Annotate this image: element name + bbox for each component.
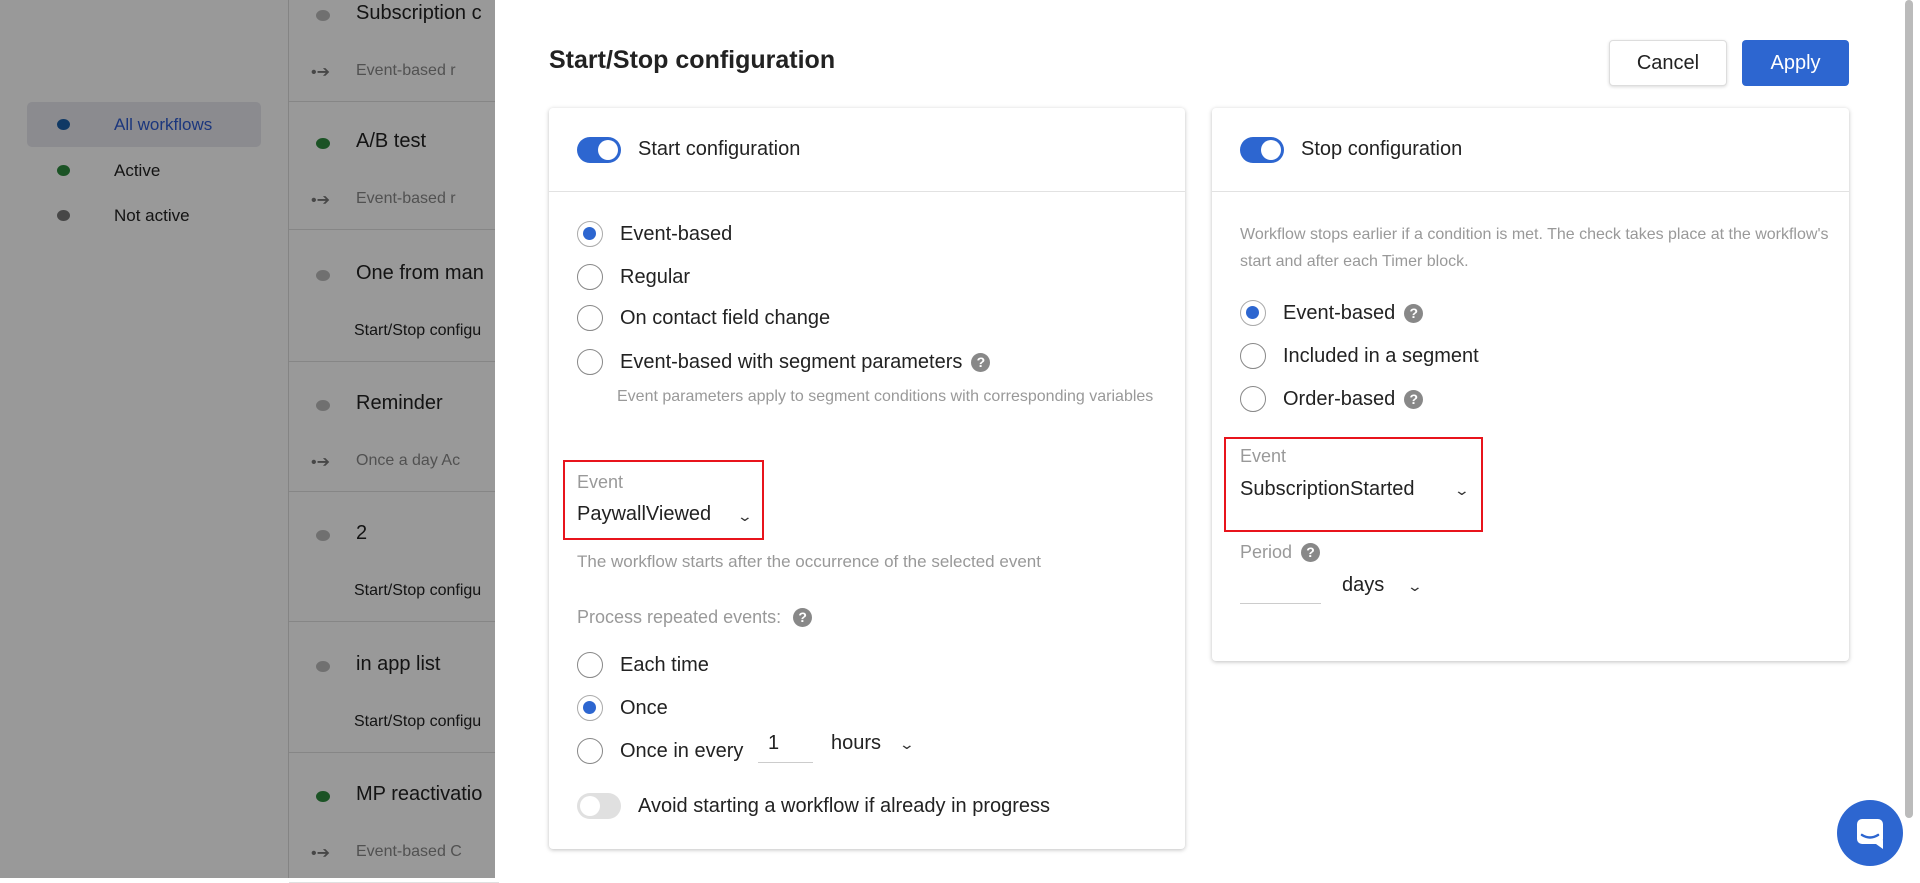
radio-icon — [577, 738, 603, 764]
stop-radio-event-based[interactable]: Event-based? — [1240, 300, 1424, 326]
radio-label: Each time — [620, 653, 709, 676]
start-configuration-card: Start configuration Event-based Regular … — [549, 108, 1185, 849]
apply-button[interactable]: Apply — [1742, 40, 1849, 86]
event-select[interactable]: SubscriptionStarted — [1240, 478, 1415, 501]
radio-icon — [1240, 300, 1266, 326]
avoid-toggle-row[interactable]: Avoid starting a workflow if already in … — [577, 793, 1050, 819]
period-unit-select[interactable]: days — [1342, 574, 1384, 597]
radio-icon — [1240, 386, 1266, 412]
stop-configuration-card: Stop configuration Workflow stops earlie… — [1212, 108, 1849, 661]
radio-label: Once in every — [620, 739, 744, 762]
repeat-label: Process repeated events:? — [577, 607, 813, 628]
interval-unit-select[interactable]: hours — [831, 732, 881, 755]
help-icon[interactable]: ? — [971, 352, 991, 372]
modal-title: Start/Stop configuration — [549, 46, 836, 74]
interval-input[interactable]: 1 — [768, 732, 779, 755]
segment-params-help: Event parameters apply to segment condit… — [617, 388, 1154, 405]
repeat-label-text: Process repeated events: — [577, 607, 782, 627]
chat-button[interactable] — [1837, 800, 1903, 866]
stop-description: Workflow stops earlier if a condition is… — [1240, 226, 1829, 270]
start-radio-contact-field[interactable]: On contact field change — [577, 305, 830, 331]
radio-label: Once — [620, 696, 668, 719]
radio-icon — [577, 652, 603, 678]
chevron-down-icon[interactable]: ⌄ — [899, 736, 915, 753]
radio-icon — [577, 305, 603, 331]
radio-icon — [1240, 343, 1266, 369]
help-icon[interactable]: ? — [1404, 303, 1424, 323]
radio-label: Order-based — [1283, 387, 1396, 410]
cancel-button[interactable]: Cancel — [1609, 40, 1727, 86]
start-radio-segment-params[interactable]: Event-based with segment parameters? — [577, 349, 991, 375]
chevron-down-icon[interactable]: ⌄ — [1454, 482, 1470, 499]
card-title: Stop configuration — [1301, 138, 1463, 160]
radio-label: Event-based — [620, 222, 733, 245]
stop-radio-order-based[interactable]: Order-based? — [1240, 386, 1424, 412]
radio-label: On contact field change — [620, 306, 831, 329]
chevron-down-icon[interactable]: ⌄ — [737, 508, 753, 525]
radio-label: Included in a segment — [1283, 344, 1479, 367]
period-input-underline — [1240, 603, 1321, 604]
chevron-down-icon[interactable]: ⌄ — [1407, 578, 1423, 595]
stop-configuration-toggle[interactable] — [1240, 136, 1284, 163]
radio-label: Event-based with segment parameters — [620, 350, 963, 373]
help-icon[interactable]: ? — [1301, 543, 1321, 562]
help-icon[interactable]: ? — [793, 608, 813, 627]
event-hint: The workflow starts after the occurrence… — [577, 552, 1041, 571]
start-radio-event-based[interactable]: Event-based — [577, 221, 732, 247]
event-label: Event — [1240, 446, 1287, 466]
help-icon[interactable]: ? — [1404, 389, 1424, 409]
event-label: Event — [577, 472, 624, 492]
start-stop-modal: Start/Stop configuration Cancel Apply St… — [495, 0, 1920, 878]
period-label-text: Period — [1240, 542, 1293, 562]
avoid-in-progress-toggle[interactable] — [577, 793, 621, 819]
radio-icon — [577, 349, 603, 375]
modal-backdrop[interactable] — [0, 0, 495, 878]
period-label: Period? — [1240, 542, 1321, 563]
radio-icon — [577, 264, 603, 290]
card-title: Start configuration — [638, 138, 801, 160]
radio-icon — [577, 221, 603, 247]
scrollbar[interactable] — [1905, 0, 1913, 818]
stop-radio-segment[interactable]: Included in a segment — [1240, 343, 1479, 369]
toggle-label: Avoid starting a workflow if already in … — [638, 794, 1051, 817]
event-select[interactable]: PaywallViewed — [577, 503, 711, 526]
radio-label: Event-based — [1283, 301, 1396, 324]
repeat-radio-once-in-every[interactable]: Once in every — [577, 738, 743, 764]
repeat-radio-each-time[interactable]: Each time — [577, 652, 709, 678]
radio-icon — [577, 695, 603, 721]
start-configuration-toggle[interactable] — [577, 136, 621, 163]
repeat-radio-once[interactable]: Once — [577, 695, 668, 721]
start-radio-regular[interactable]: Regular — [577, 264, 690, 290]
chat-icon — [1857, 819, 1883, 849]
radio-label: Regular — [620, 265, 691, 288]
interval-input-underline — [758, 762, 813, 763]
